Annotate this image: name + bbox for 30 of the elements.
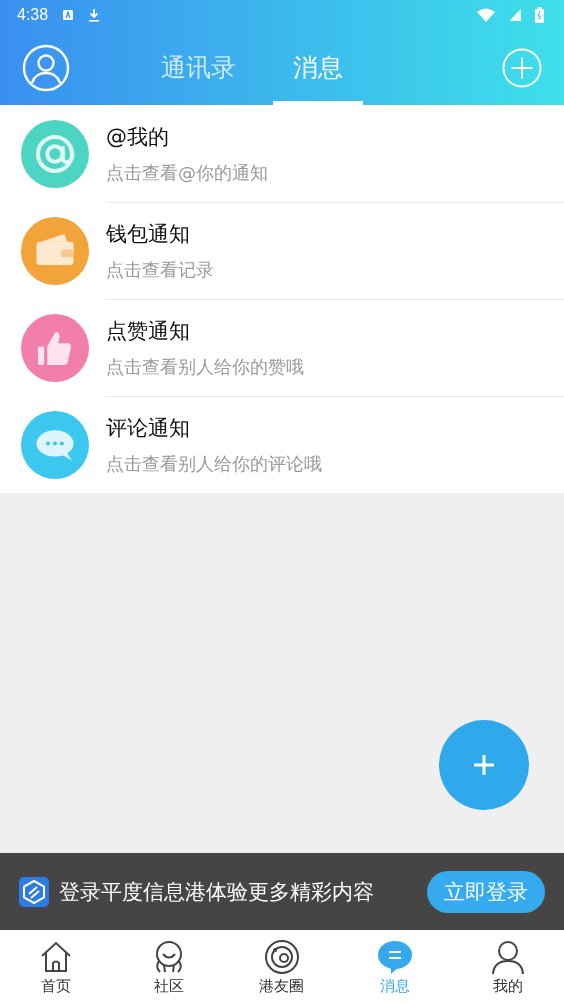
battery-icon (535, 7, 544, 23)
nav-tab[interactable]: 港友圈 (242, 930, 322, 1004)
profile-icon[interactable] (22, 43, 70, 92)
notification-item[interactable]: @我的 点击查看@你的通知 (0, 105, 564, 202)
add-fab[interactable] (438, 719, 530, 811)
item-subtitle: 点击查看@你的通知 (106, 160, 268, 185)
status-time: 4:38 (17, 6, 49, 24)
app-logo-icon (19, 876, 49, 907)
orbit-icon (264, 938, 300, 975)
wifi-icon (477, 8, 495, 22)
item-title: 点赞通知 (106, 318, 190, 345)
notification-icon (62, 9, 75, 21)
add-icon[interactable] (502, 47, 542, 88)
item-subtitle: 点击查看别人给你的评论哦 (106, 452, 322, 476)
item-title: 钱包通知 (106, 221, 190, 248)
item-title: 评论通知 (106, 415, 190, 442)
download-icon (88, 8, 101, 22)
notification-item[interactable]: 点赞通知 点击查看别人给你的赞哦 (0, 299, 564, 396)
chat-icon (376, 938, 413, 975)
nav-tab[interactable]: 社区 (129, 930, 210, 1004)
item-title: @我的 (106, 123, 169, 151)
nav-tab[interactable]: 首页 (16, 930, 97, 1004)
item-subtitle: 点击查看记录 (106, 258, 214, 282)
notification-item[interactable]: 评论通知 点击查看别人给你的评论哦 (0, 396, 564, 493)
nav-tab[interactable]: 我的 (467, 930, 548, 1004)
signal-icon (509, 9, 521, 21)
item-subtitle: 点击查看别人给你的赞哦 (106, 355, 304, 379)
notification-item[interactable]: 钱包通知 点击查看记录 (0, 202, 564, 299)
person-icon (489, 938, 526, 975)
banner-text: 登录平度信息港体验更多精彩内容 (59, 878, 374, 906)
